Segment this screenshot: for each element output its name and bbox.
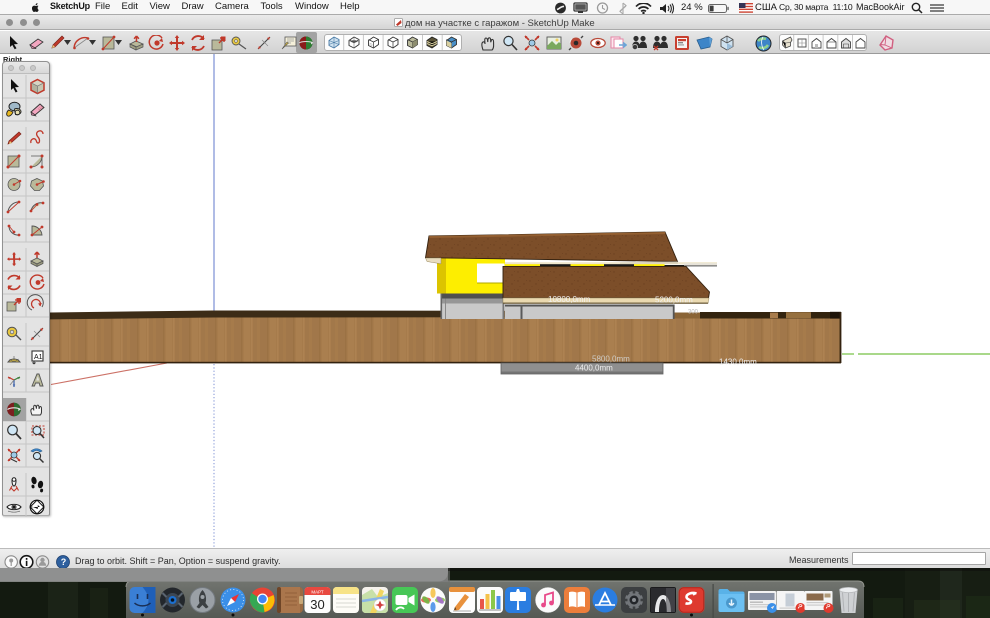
svg-text:10800,0mm: 10800,0mm xyxy=(548,295,591,304)
svg-text:5800,0mm: 5800,0mm xyxy=(592,355,630,364)
svg-text:?: ? xyxy=(61,557,66,567)
svg-text:30: 30 xyxy=(310,597,324,612)
svg-text:4400,0mm: 4400,0mm xyxy=(575,364,613,373)
svg-text:300: 300 xyxy=(688,310,699,316)
svg-text:МАРТ: МАРТ xyxy=(311,589,324,594)
svg-text:1430,0mm: 1430,0mm xyxy=(719,358,757,367)
svg-text:A1: A1 xyxy=(34,354,43,361)
svg-text:5200,0mm: 5200,0mm xyxy=(655,295,693,304)
